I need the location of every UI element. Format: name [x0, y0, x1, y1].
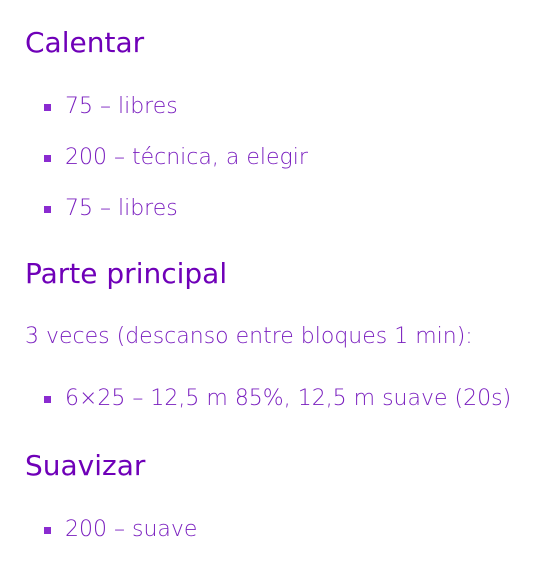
main-set-intro: 3 veces (descanso entre bloques 1 min):	[25, 324, 473, 349]
list-item: 6×25 – 12,5 m 85%, 12,5 m suave (20s)	[25, 385, 511, 413]
list-item: 75 – libres	[25, 195, 308, 246]
square-bullet-icon	[44, 155, 51, 162]
square-bullet-icon	[44, 396, 51, 403]
section-heading-parte-principal: Parte principal	[25, 257, 228, 290]
list-item-text: 75 – libres	[65, 94, 178, 119]
list-item-text: 75 – libres	[65, 196, 178, 221]
list-item: 200 – técnica, a elegir	[25, 144, 308, 195]
list-item-text: 200 – suave	[65, 517, 198, 542]
section-heading-calentar: Calentar	[25, 26, 145, 59]
warmup-list: 75 – libres 200 – técnica, a elegir 75 –…	[25, 93, 308, 246]
square-bullet-icon	[44, 206, 51, 213]
list-item-text: 200 – técnica, a elegir	[65, 145, 308, 170]
square-bullet-icon	[44, 104, 51, 111]
list-item-text: 6×25 – 12,5 m 85%, 12,5 m suave (20s)	[65, 386, 512, 411]
list-item: 200 – suave	[25, 516, 197, 544]
square-bullet-icon	[44, 527, 51, 534]
main-set-list: 6×25 – 12,5 m 85%, 12,5 m suave (20s)	[25, 385, 511, 413]
cooldown-list: 200 – suave	[25, 516, 197, 544]
section-heading-suavizar: Suavizar	[25, 449, 146, 482]
list-item: 75 – libres	[25, 93, 308, 144]
